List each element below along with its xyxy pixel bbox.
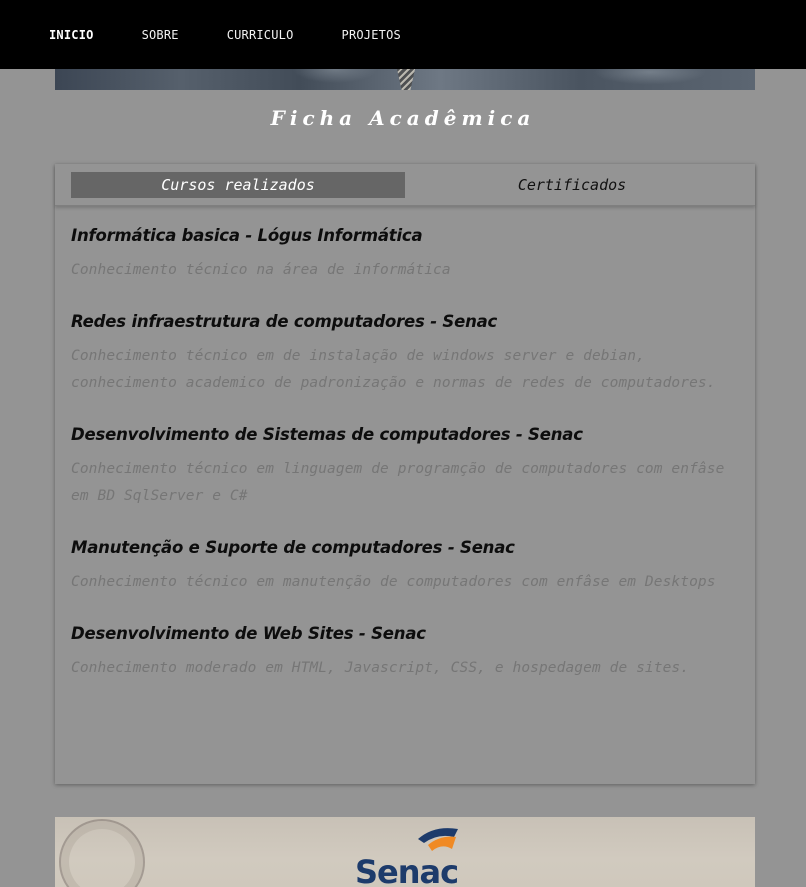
course-description: Conhecimento técnico em manutenção de co…: [71, 574, 716, 590]
senac-logo-text: Senac: [355, 853, 459, 887]
nav-item-sobre[interactable]: SOBRE: [142, 28, 179, 42]
nav-item-inicio[interactable]: INICIO: [49, 28, 94, 42]
list-item: Manutenção e Suporte de computadores - S…: [71, 538, 739, 596]
tab-bar: Cursos realizados Certificados: [55, 164, 755, 206]
course-title: Informática basica - Lógus Informática: [71, 226, 423, 245]
course-title: Redes infraestrutura de computadores - S…: [71, 312, 498, 331]
top-navbar: INICIO SOBRE CURRICULO PROJETOS: [0, 0, 806, 69]
course-description: Conhecimento técnico em de instalação de…: [71, 348, 716, 391]
course-title: Manutenção e Suporte de computadores - S…: [71, 538, 515, 557]
course-title: Desenvolvimento de Sistemas de computado…: [71, 425, 583, 444]
section-title: Ficha Acadêmica: [270, 106, 536, 130]
certificate-preview-image: Senac: [55, 817, 755, 887]
course-description: Conhecimento técnico na área de informát…: [71, 262, 451, 278]
list-item: Desenvolvimento de Web Sites - Senac Con…: [71, 624, 739, 682]
senac-logo-icon: [418, 828, 458, 851]
seal-stamp-icon: [59, 819, 145, 887]
list-item: Informática basica - Lógus Informática C…: [71, 226, 739, 284]
course-description: Conhecimento técnico em linguagem de pro…: [71, 461, 725, 504]
tab-cursos-realizados[interactable]: Cursos realizados: [71, 171, 405, 198]
course-title: Desenvolvimento de Web Sites - Senac: [71, 624, 426, 643]
academic-record-card: Cursos realizados Certificados Informáti…: [55, 164, 755, 784]
nav-item-projetos[interactable]: PROJETOS: [342, 28, 401, 42]
list-item: Redes infraestrutura de computadores - S…: [71, 312, 739, 397]
course-list: Informática basica - Lógus Informática C…: [55, 206, 755, 682]
list-item: Desenvolvimento de Sistemas de computado…: [71, 425, 739, 510]
course-description: Conhecimento moderado em HTML, Javascrip…: [71, 660, 690, 676]
tab-certificados[interactable]: Certificados: [405, 172, 739, 198]
nav-item-curriculo[interactable]: CURRICULO: [227, 28, 294, 42]
